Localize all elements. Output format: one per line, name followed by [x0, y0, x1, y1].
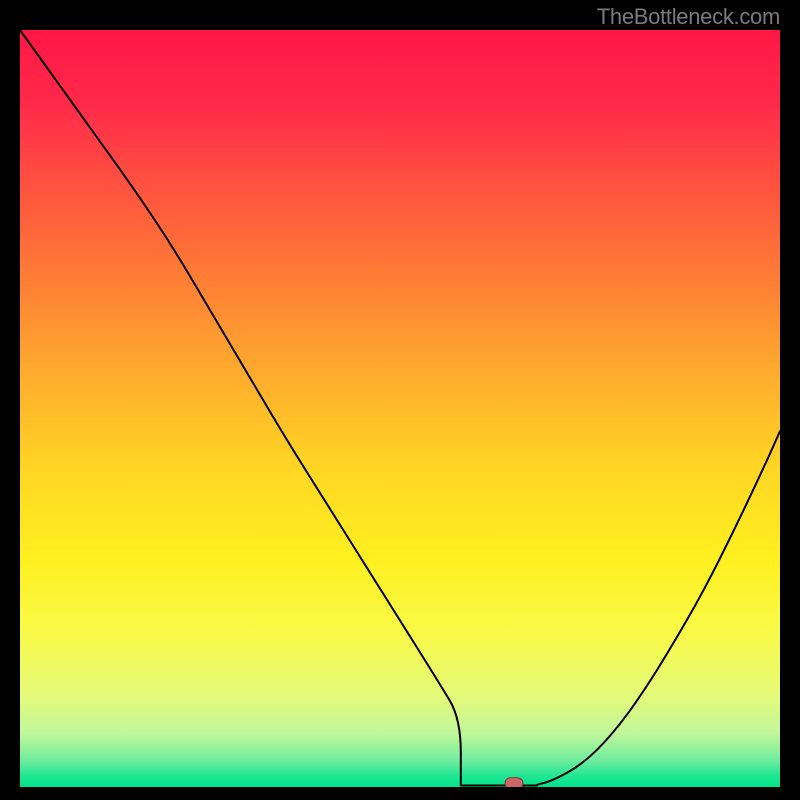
chart-container: TheBottleneck.com [0, 0, 800, 800]
plot-area [20, 30, 780, 787]
bottleneck-marker [505, 778, 523, 787]
watermark-text: TheBottleneck.com [597, 4, 780, 30]
bottleneck-chart [20, 30, 780, 787]
